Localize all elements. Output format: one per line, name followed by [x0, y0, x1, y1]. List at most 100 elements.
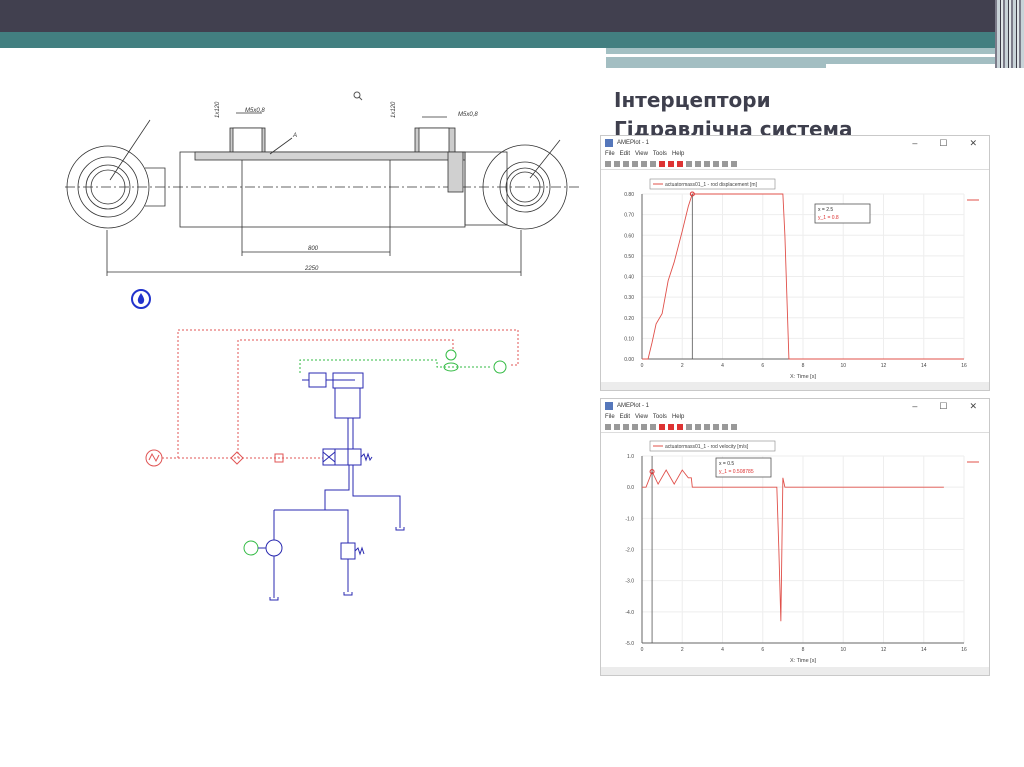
status-bar: [601, 382, 989, 390]
export-icon[interactable]: [704, 423, 710, 430]
legend-label: actuatormass01_1 - rod displacement [m]: [665, 182, 758, 188]
save-icon[interactable]: [713, 160, 719, 167]
save-icon[interactable]: [713, 423, 719, 430]
y-tick-label: -2.0: [625, 548, 634, 554]
menu-bar: File Edit View Tools Help: [601, 413, 989, 421]
minimize-button[interactable]: –: [912, 401, 917, 412]
ameplot-app-icon: [605, 402, 613, 410]
undo-icon[interactable]: [695, 423, 701, 430]
y-tick-label: 0.60: [624, 233, 634, 239]
x-tick-label: 14: [921, 647, 927, 653]
x-tick-label: 8: [802, 647, 805, 653]
close-button[interactable]: ✕: [969, 138, 977, 149]
maximize-button[interactable]: ☐: [939, 401, 947, 412]
ameplot-window-displacement[interactable]: AMEPlot - 1 – ☐ ✕ File Edit View Tools H…: [600, 135, 990, 391]
y-tick-label: -1.0: [625, 516, 634, 522]
export-icon[interactable]: [704, 160, 710, 167]
x-tick-label: 8: [802, 363, 805, 369]
velocity-plot[interactable]: 0 2 4 6 8 10 12 14 16 -5.0 -4.0 -3.0 -2.0 -1.0 0.0 1.0 X…: [601, 433, 989, 669]
y-tick-label: 0.00: [624, 357, 634, 363]
hydraulic-circuit: [258, 372, 405, 601]
x-tick-label: 16: [961, 647, 967, 653]
marker-icon[interactable]: [677, 423, 683, 430]
zoom-x-icon[interactable]: [632, 423, 638, 430]
cylinder-body: [179, 151, 466, 228]
y-tick-label: 0.80: [624, 192, 634, 198]
print-icon[interactable]: [722, 160, 728, 167]
add-cursor-icon[interactable]: [668, 160, 674, 167]
stroke-dimension: 800: [308, 246, 319, 252]
settings-icon[interactable]: [731, 423, 737, 430]
pointer-tool-icon[interactable]: [605, 423, 611, 430]
window-titlebar[interactable]: AMEPlot - 1 – ☐ ✕: [601, 399, 989, 413]
zoom-y-icon[interactable]: [641, 423, 647, 430]
x-tick-label: 10: [840, 647, 846, 653]
y-tick-label: 0.20: [624, 316, 634, 322]
menu-tools[interactable]: Tools: [653, 151, 667, 157]
menu-help[interactable]: Help: [672, 151, 684, 157]
marker-icon[interactable]: [677, 160, 683, 167]
zoom-out-icon[interactable]: [623, 423, 629, 430]
ameplot-window-velocity[interactable]: AMEPlot - 1 – ☐ ✕ File Edit View Tools H…: [600, 398, 990, 676]
y-tick-label: 0.40: [624, 275, 634, 281]
series-line-0: [642, 469, 944, 622]
pan-icon[interactable]: [650, 160, 656, 167]
dim-label-right: 1x120: [391, 101, 397, 118]
hydraulic-schematic: [145, 329, 519, 601]
y-tick-label: 0.30: [624, 295, 634, 301]
cursor-icon[interactable]: [659, 160, 665, 167]
menu-edit[interactable]: Edit: [620, 151, 630, 157]
zoom-x-icon[interactable]: [632, 160, 638, 167]
status-bar: [601, 667, 989, 675]
y-tick-label: -4.0: [625, 610, 634, 616]
signal-lines: [162, 329, 519, 459]
pointer-tool-icon[interactable]: [605, 160, 611, 167]
x-tick-label: 16: [961, 363, 967, 369]
y-tick-label: -3.0: [625, 579, 634, 585]
y-tick-label: 0.70: [624, 213, 634, 219]
pan-icon[interactable]: [650, 423, 656, 430]
cursor-icon[interactable]: [659, 423, 665, 430]
zoom-in-icon[interactable]: [614, 160, 620, 167]
close-button[interactable]: ✕: [969, 401, 977, 412]
menu-file[interactable]: File: [605, 151, 615, 157]
x-tick-label: 2: [681, 647, 684, 653]
x-tick-label: 4: [721, 647, 724, 653]
window-titlebar[interactable]: AMEPlot - 1 – ☐ ✕: [601, 136, 989, 150]
menu-edit[interactable]: Edit: [620, 414, 630, 420]
settings-icon[interactable]: [731, 160, 737, 167]
y-tick-label: 0.10: [624, 336, 634, 342]
menu-file[interactable]: File: [605, 414, 615, 420]
x-tick-label: 12: [881, 647, 887, 653]
y-tick-label: 0.0: [627, 485, 634, 491]
menu-tools[interactable]: Tools: [653, 414, 667, 420]
dim-label-left: 1x120: [215, 101, 221, 118]
menu-view[interactable]: View: [635, 414, 648, 420]
total-dimension: 2250: [304, 266, 319, 272]
x-tick-label: 10: [840, 363, 846, 369]
displacement-plot[interactable]: 0 2 4 6 8 10 12 14 16 0.00 0.10 0.20 0.30 0.40 0.50 0.6…: [601, 170, 989, 384]
copy-icon[interactable]: [686, 160, 692, 167]
zoom-out-icon[interactable]: [623, 160, 629, 167]
zoom-y-icon[interactable]: [641, 160, 647, 167]
zoom-icon: [353, 91, 363, 101]
menu-view[interactable]: View: [635, 151, 648, 157]
y-tick-label: -5.0: [625, 641, 634, 647]
x-axis-label: X: Time [s]: [790, 658, 816, 664]
minimize-button[interactable]: –: [912, 138, 917, 149]
x-tick-label: 6: [761, 363, 764, 369]
zoom-in-icon[interactable]: [614, 423, 620, 430]
maximize-button[interactable]: ☐: [939, 138, 947, 149]
copy-icon[interactable]: [686, 423, 692, 430]
cursor-x-value: x = 0.5: [719, 461, 734, 467]
ameplot-app-icon: [605, 139, 613, 147]
print-icon[interactable]: [722, 423, 728, 430]
x-tick-label: 14: [921, 363, 927, 369]
add-cursor-icon[interactable]: [668, 423, 674, 430]
menu-help[interactable]: Help: [672, 414, 684, 420]
x-tick-label: 6: [761, 647, 764, 653]
window-title: AMEPlot - 1: [617, 140, 650, 146]
undo-icon[interactable]: [695, 160, 701, 167]
thread-label-left: M5x0,8: [245, 108, 265, 114]
cursor-y-value: y_1 = 0.508785: [719, 469, 754, 475]
